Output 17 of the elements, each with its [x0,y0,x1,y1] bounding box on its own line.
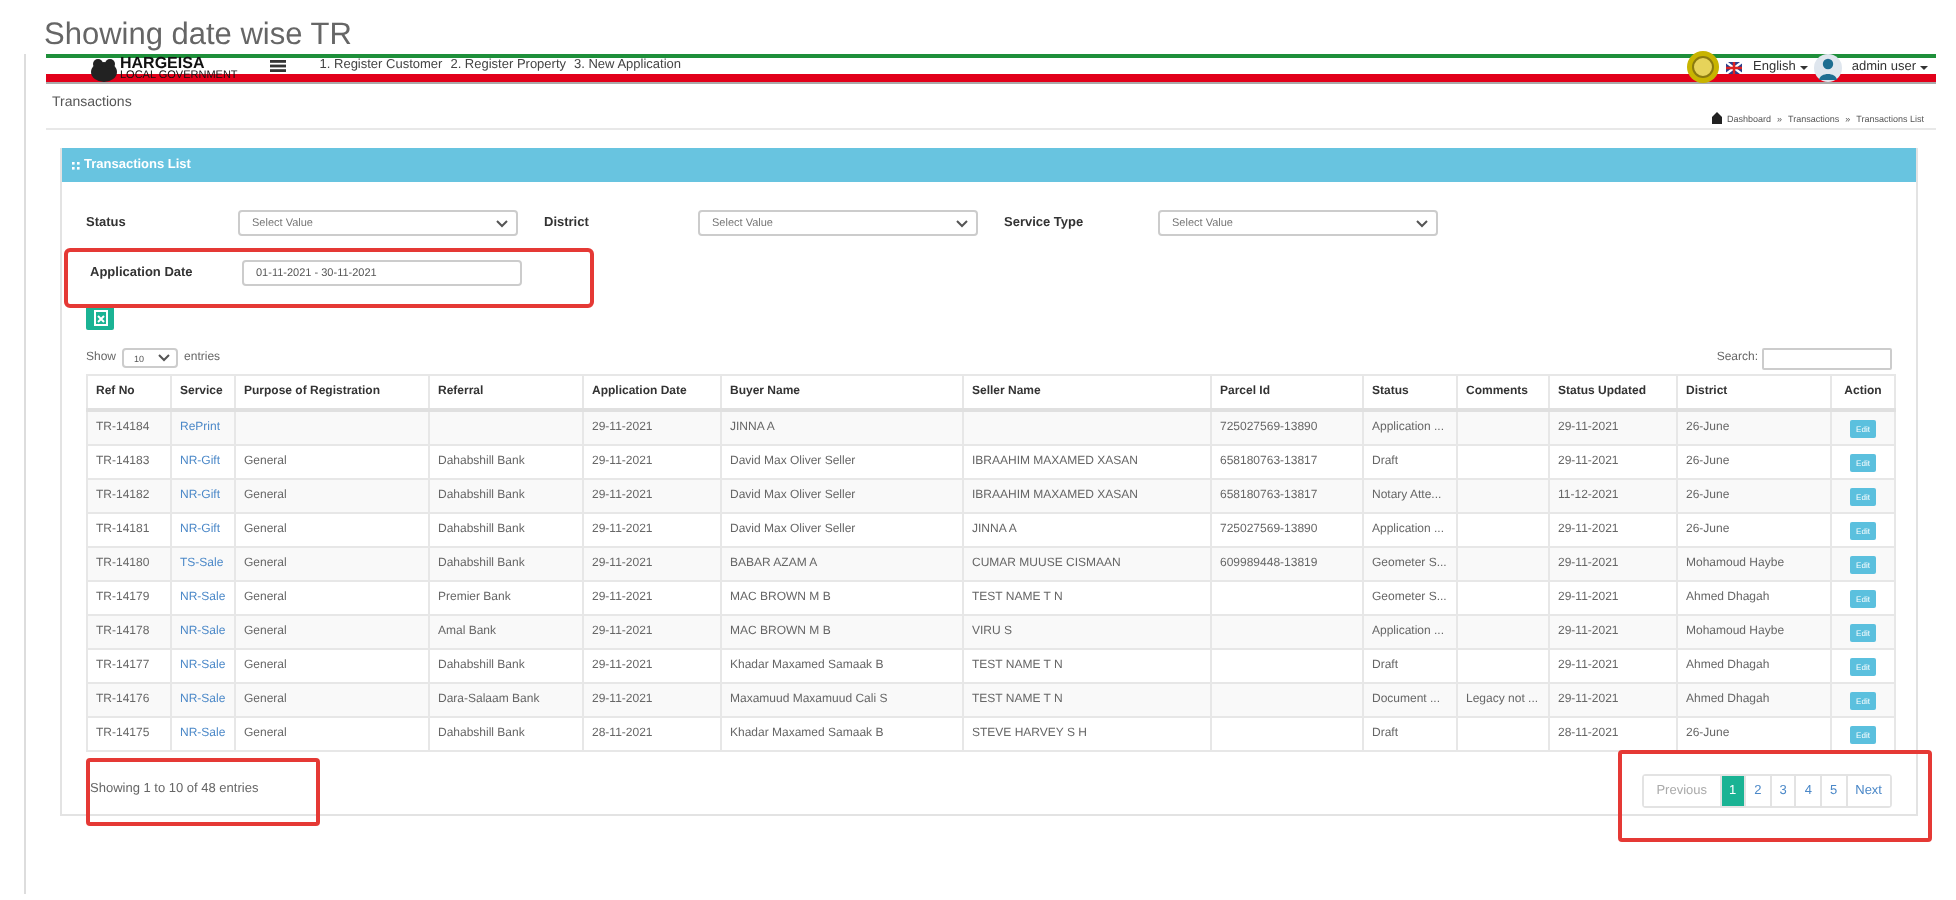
menu-icon[interactable] [269,60,286,72]
logo-text: HARGEISA [120,56,205,73]
caret-icon [1920,65,1928,69]
emblem-icon [90,58,118,82]
search-field[interactable] [1762,347,1892,369]
chevron-down-icon [956,219,968,227]
avatar-icon [1813,53,1842,81]
spreadsheet-icon [93,309,107,325]
home-icon [1711,112,1721,124]
seal-icon [1685,50,1720,84]
chevron-down-icon [158,354,171,362]
page-title: Showing date wise TR [44,16,354,54]
list-icon [72,161,80,169]
chevron-down-icon [496,219,508,227]
flag-icon [1725,61,1742,73]
caret-icon [1799,65,1808,69]
chevron-down-icon [1416,219,1428,227]
